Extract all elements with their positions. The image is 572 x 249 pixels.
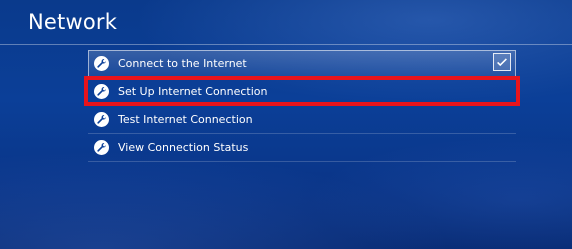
checkmark-icon — [497, 58, 507, 67]
menu-item-label: View Connection Status — [118, 141, 249, 154]
wrench-icon — [94, 56, 109, 71]
menu-item-label: Test Internet Connection — [118, 113, 253, 126]
wrench-icon — [94, 140, 109, 155]
connect-checkbox[interactable] — [493, 53, 511, 71]
title-divider — [0, 44, 572, 45]
menu-item-label: Connect to the Internet — [118, 57, 247, 70]
menu-item-test-internet-connection[interactable]: Test Internet Connection — [88, 106, 516, 133]
highlight-annotation-box — [84, 76, 520, 106]
page-title: Network — [28, 10, 118, 34]
wrench-icon — [94, 112, 109, 127]
menu-item-view-connection-status[interactable]: View Connection Status — [88, 134, 516, 161]
network-menu: Connect to the Internet Set Up Internet … — [88, 50, 516, 162]
menu-item-connect-to-internet[interactable]: Connect to the Internet — [88, 50, 516, 77]
menu-divider — [88, 161, 516, 162]
